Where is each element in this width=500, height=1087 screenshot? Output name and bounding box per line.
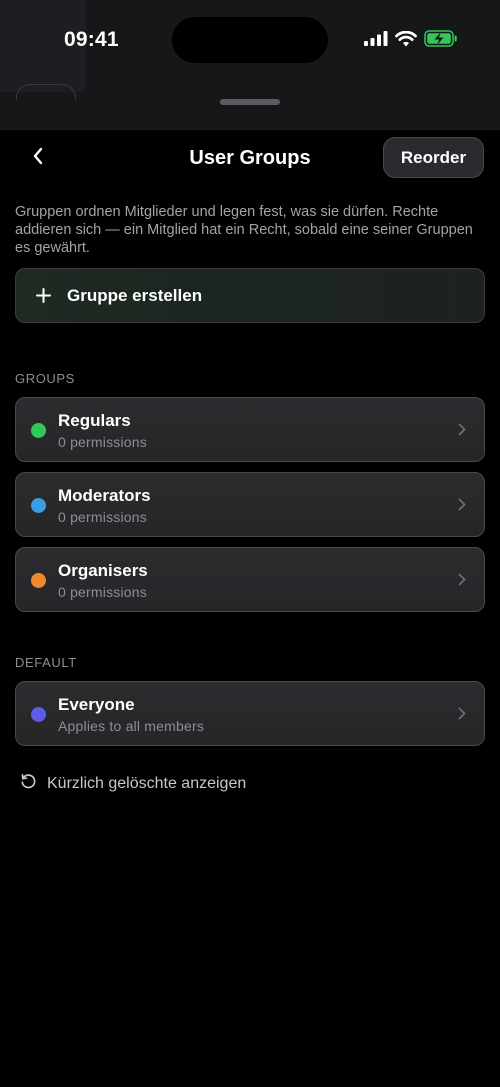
group-permissions: 0 permissions <box>58 584 147 600</box>
create-group-label: Gruppe erstellen <box>67 285 203 305</box>
chevron-right-icon <box>458 707 466 720</box>
sheet-grabber[interactable] <box>220 99 280 105</box>
nav-bar: User Groups Reorder <box>0 130 500 186</box>
group-name: Moderators <box>58 486 151 505</box>
reorder-button[interactable]: Reorder <box>383 137 484 178</box>
wifi-icon <box>395 30 417 52</box>
group-color-dot <box>31 707 46 722</box>
group-description: Applies to all members <box>58 718 205 734</box>
group-color-dot <box>31 573 46 588</box>
group-color-dot <box>31 498 46 513</box>
user-groups-sheet: User Groups Reorder Gruppen ordnen Mitgl… <box>0 130 500 1087</box>
plus-icon <box>36 288 51 303</box>
chevron-right-icon <box>458 573 466 586</box>
status-time: 09:41 <box>64 28 119 51</box>
status-area: 09:41 <box>0 0 500 130</box>
underlying-button <box>16 84 76 100</box>
restore-icon <box>20 773 37 795</box>
battery-charging-icon <box>424 30 458 52</box>
group-row-everyone[interactable]: Everyone Applies to all members <box>15 681 485 746</box>
chevron-right-icon <box>458 423 466 436</box>
group-permissions: 0 permissions <box>58 434 147 450</box>
show-recently-deleted-label: Kürzlich gelöschte anzeigen <box>47 775 247 792</box>
show-recently-deleted-button[interactable]: Kürzlich gelöschte anzeigen <box>20 773 246 795</box>
cellular-signal-icon <box>364 31 388 51</box>
group-name: Regulars <box>58 411 131 430</box>
default-section-label: DEFAULT <box>15 655 77 670</box>
group-name: Everyone <box>58 695 135 714</box>
groups-description: Gruppen ordnen Mitglieder und legen fest… <box>15 204 473 256</box>
dynamic-island <box>172 17 328 63</box>
status-icons <box>364 30 458 52</box>
chevron-right-icon <box>458 498 466 511</box>
group-row-organisers[interactable]: Organisers 0 permissions <box>15 547 485 612</box>
create-group-button[interactable]: Gruppe erstellen <box>15 268 485 323</box>
screen: 09:41 User Groups Reorder Gruppen ordnen… <box>0 0 500 1087</box>
group-row-moderators[interactable]: Moderators 0 permissions <box>15 472 485 537</box>
groups-section-label: GROUPS <box>15 371 75 386</box>
group-color-dot <box>31 423 46 438</box>
group-row-regulars[interactable]: Regulars 0 permissions <box>15 397 485 462</box>
group-name: Organisers <box>58 561 148 580</box>
group-permissions: 0 permissions <box>58 509 147 525</box>
